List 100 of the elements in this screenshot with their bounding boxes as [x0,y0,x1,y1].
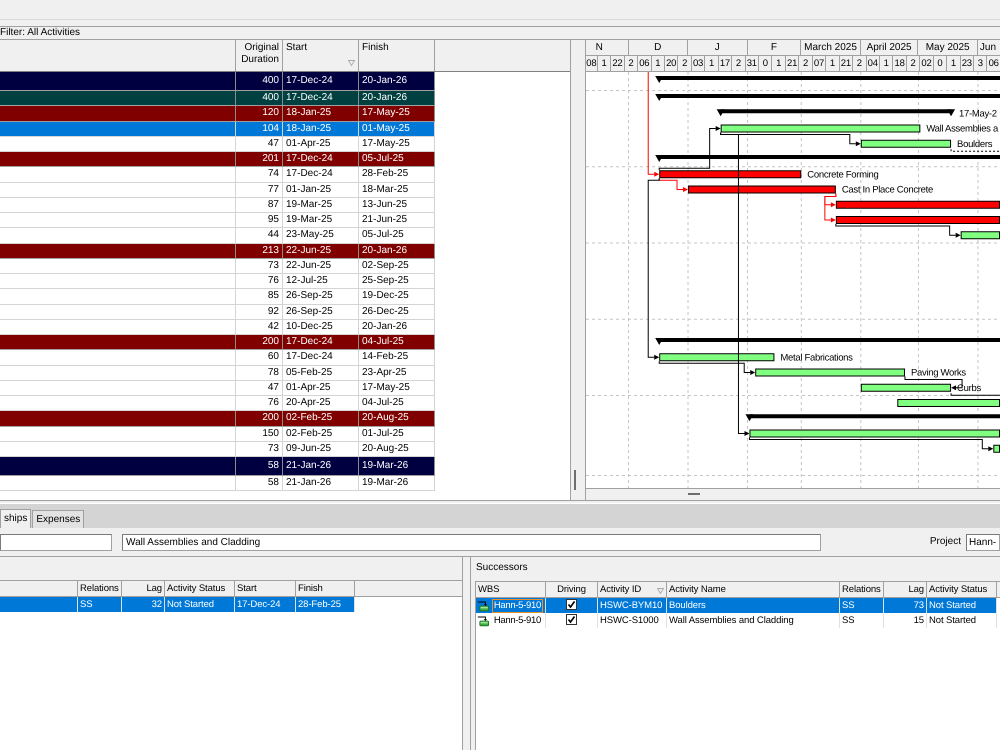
bar-label: Boulders [957,138,992,150]
finish-date-cell: 26-Dec-25 [359,304,435,319]
column-header[interactable]: Activity ID [598,582,667,597]
table-row[interactable]: 47 01-Apr-25 17-May-25 [0,136,435,152]
table-row[interactable]: 87 19-Mar-25 13-Jun-25 [0,198,435,213]
week-header: 0 [934,56,948,71]
successor-row[interactable]: Hann-5-910 HSWC-S1000 Wall Assemblies and Cladding SS 15 Not Started [476,613,997,628]
bar-label: Concrete Forming [807,169,879,180]
table-row[interactable]: 95 19-Mar-25 21-Jun-25 [0,213,435,228]
table-row[interactable]: 58 21-Jan-26 19-Mar-26 [0,476,435,492]
checkbox[interactable] [566,599,577,610]
table-row[interactable]: 120 18-Jan-25 17-May-25 [0,106,435,122]
column-header[interactable]: Finish [359,40,435,71]
month-header: May 2025 [918,40,978,55]
sort-icon [657,588,664,594]
duration-cell: 77 [236,182,283,197]
start-date-cell: 17-Dec-24 [283,335,359,350]
column-header[interactable]: Activity Status [927,582,997,597]
bar-label: Wall Assemblies a [926,124,998,134]
week-header: 22 [611,56,625,71]
column-header[interactable]: Original Duration [236,40,283,71]
table-row[interactable]: 73 09-Jun-25 20-Aug-25 [0,442,435,457]
week-header: 02 [920,56,934,71]
table-cell: 32 [122,597,165,612]
table-row[interactable]: 44 23-May-25 05-Jul-25 [0,228,435,244]
table-row[interactable]: 60 17-Dec-24 14-Feb-25 [0,350,435,366]
tab[interactable]: Expenses [32,510,84,528]
table-row[interactable]: 73 22-Jun-25 02-Sep-25 [0,258,435,274]
duration-cell: 200 [236,411,283,426]
finish-date-cell: 21-Jun-25 [359,213,435,228]
month-header: Jun [978,41,998,55]
week-header: 20 [664,56,678,71]
dependency-line [950,392,1000,396]
duration-cell: 74 [236,167,283,182]
bar-label: Metal Fabrications [780,352,853,364]
table-row[interactable]: 85 26-Sep-25 19-Dec-25 [0,289,435,304]
column-header[interactable]: Relations [840,582,884,597]
tab[interactable]: ships [0,509,32,528]
table-row[interactable]: 400 17-Dec-24 20-Jan-26 [0,72,435,91]
name-field[interactable]: Wall Assemblies and Cladding [122,534,821,550]
week-header: 21 [786,56,800,71]
table-row[interactable]: 150 02-Feb-25 01-Jul-25 [0,426,435,442]
week-header: 21 [840,56,854,71]
week-header: 1 [880,56,894,71]
week-header: 23 [960,56,974,71]
finish-date-cell: 20-Jan-26 [359,91,435,106]
finish-date-cell: 23-Apr-25 [359,366,435,380]
checkbox[interactable] [566,614,577,626]
column-header[interactable]: Lag [122,581,165,596]
table-cell: HSWC-S1000 [598,613,667,628]
table-row[interactable]: 58 21-Jan-26 19-Mar-26 [0,457,435,476]
table-cell: 28-Feb-25 [296,597,355,612]
table-cell: 15 [884,613,927,628]
week-header: 2 [624,56,638,71]
table-row[interactable]: 400 17-Dec-24 20-Jan-26 [0,91,435,106]
table-row[interactable]: 47 01-Apr-25 17-May-25 [0,380,435,396]
duration-cell: 400 [236,72,283,90]
duration-cell: 76 [236,396,283,410]
table-row[interactable]: 92 26-Sep-25 26-Dec-25 [0,304,435,320]
finish-date-cell: 20-Jan-26 [359,244,435,258]
duration-cell: 92 [236,304,283,319]
week-header: 2 [678,56,692,71]
bar-label: 17-May-2 [959,108,997,120]
table-cell: Not Started [165,597,235,612]
table-row[interactable]: 77 01-Jan-25 18-Mar-25 [0,182,435,198]
table-row[interactable]: 200 02-Feb-25 20-Aug-25 [0,411,435,426]
column-header[interactable]: Driving [546,582,598,597]
predecessor-row[interactable]: SS 32 Not Started 17-Dec-24 28-Feb-25 [0,597,355,612]
table-row[interactable]: 201 17-Dec-24 05-Jul-25 [0,152,435,168]
column-header[interactable]: Activity Name [667,582,840,597]
finish-date-cell: 05-Jul-25 [359,228,435,242]
successor-row[interactable]: Hann-5-910 HSWC-BYM10 Boulders SS 73 Not Started [476,598,997,613]
month-header: March 2025 [801,40,861,55]
column-header[interactable]: WBS [476,582,546,597]
table-row[interactable]: 76 20-Apr-25 04-Jul-25 [0,396,435,412]
column-header[interactable]: Relations [78,581,122,596]
start-date-cell: 21-Jan-26 [283,457,359,475]
table-row[interactable]: 78 05-Feb-25 23-Apr-25 [0,366,435,381]
table-row[interactable]: 74 17-Dec-24 28-Feb-25 [0,167,435,182]
duration-cell: 47 [236,380,283,395]
column-header[interactable]: Activity Status [165,581,235,596]
table-row[interactable]: 76 12-Jul-25 25-Sep-25 [0,274,435,290]
column-header[interactable]: Start [283,40,359,71]
column-header[interactable]: Lag [884,582,927,597]
wbs-code: Hann-5-910 [492,598,543,612]
table-row[interactable]: 104 18-Jan-25 01-May-25 [0,122,435,137]
sort-icon [348,60,355,66]
column-header[interactable]: Finish [296,581,355,596]
table-row[interactable]: 200 17-Dec-24 04-Jul-25 [0,335,435,350]
column-header[interactable]: Start [235,581,296,596]
text-field[interactable] [0,534,112,550]
week-header: 08 [586,56,598,71]
finish-date-cell: 19-Mar-26 [359,476,435,490]
table-row[interactable]: 42 10-Dec-25 20-Jan-26 [0,320,435,335]
start-date-cell: 26-Sep-25 [283,304,359,319]
week-header: 2 [799,56,813,71]
start-date-cell: 20-Apr-25 [283,396,359,410]
project-field[interactable]: Hann- [966,534,1000,550]
week-header: 06 [988,57,1000,71]
table-row[interactable]: 213 22-Jun-25 20-Jan-26 [0,244,435,259]
